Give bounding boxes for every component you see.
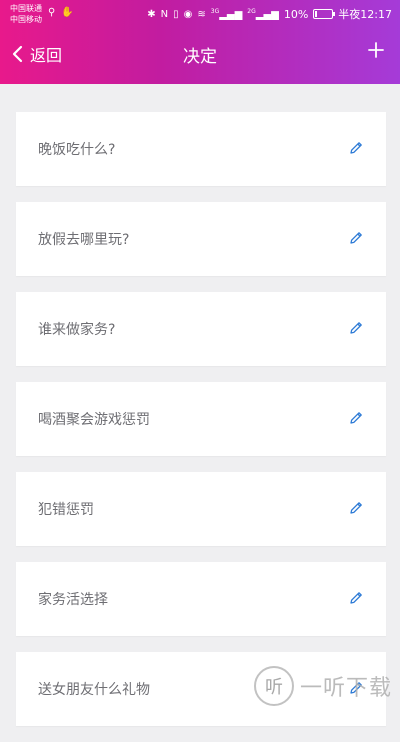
watermark-logo: 听 — [254, 666, 294, 706]
signal-2g-icon: 2G▂▄▆ — [247, 8, 279, 20]
decision-card[interactable]: 放假去哪里玩? — [16, 202, 386, 276]
thumb-icon: ✋ — [61, 7, 73, 18]
decision-card[interactable]: 喝酒聚会游戏惩罚 — [16, 382, 386, 456]
add-icon[interactable] — [366, 40, 386, 60]
decision-label: 犯错惩罚 — [38, 499, 94, 519]
bluetooth-icon: ✱ — [147, 9, 155, 20]
decision-list: 晚饭吃什么? 放假去哪里玩? 谁来做家务? 喝酒聚会游戏惩罚犯错惩罚家务活选择送女朋友… — [16, 112, 386, 742]
decision-label: 晚饭吃什么? — [38, 139, 115, 159]
signal-3g-icon: 3G▂▄▆ — [211, 8, 243, 20]
pencil-icon[interactable] — [348, 140, 364, 156]
watermark-text: 一听下载 — [300, 670, 392, 702]
eye-icon: ◉ — [184, 9, 193, 20]
decision-card[interactable]: 谁来做家务? — [16, 292, 386, 366]
decision-label: 谁来做家务? — [38, 319, 115, 339]
page-title: 决定 — [0, 42, 400, 67]
carrier-names: 中国联通 中国移动 — [10, 3, 42, 25]
nfc-icon: N — [161, 9, 168, 20]
decision-label: 家务活选择 — [38, 589, 108, 609]
pencil-icon[interactable] — [348, 230, 364, 246]
wifi-icon: ≋ — [197, 9, 205, 20]
status-right: ✱ N ▯ ◉ ≋ 3G▂▄▆ 2G▂▄▆ 10% 半夜12:17 — [147, 6, 392, 22]
notification-icons: ⚲ ✋ — [48, 7, 74, 18]
clock: 半夜12:17 — [338, 6, 392, 22]
pencil-icon[interactable] — [348, 320, 364, 336]
decision-card[interactable]: 晚饭吃什么? — [16, 112, 386, 186]
vibrate-icon: ▯ — [173, 9, 179, 20]
title-bar: 返回 决定 — [0, 28, 400, 84]
pencil-icon[interactable] — [348, 590, 364, 606]
watermark: 听 一听下载 — [254, 666, 392, 706]
decision-card[interactable]: 犯错惩罚 — [16, 472, 386, 546]
app-header: 中国联通 中国移动 ⚲ ✋ ✱ N ▯ ◉ ≋ 3G▂▄▆ 2G▂▄▆ 10% … — [0, 0, 400, 84]
carrier-1: 中国联通 — [10, 3, 42, 14]
status-bar: 中国联通 中国移动 ⚲ ✋ ✱ N ▯ ◉ ≋ 3G▂▄▆ 2G▂▄▆ 10% … — [0, 0, 400, 28]
battery-level-fill — [315, 11, 317, 17]
decision-label: 送女朋友什么礼物 — [38, 679, 150, 699]
decision-label: 放假去哪里玩? — [38, 229, 129, 249]
pencil-icon[interactable] — [348, 500, 364, 516]
pencil-icon[interactable] — [348, 410, 364, 426]
decision-label: 喝酒聚会游戏惩罚 — [38, 409, 150, 429]
carrier-2: 中国移动 — [10, 14, 42, 25]
battery-icon — [313, 9, 333, 19]
usb-icon: ⚲ — [48, 7, 55, 18]
decision-card[interactable]: 家务活选择 — [16, 562, 386, 636]
battery-percent: 10% — [284, 8, 308, 21]
